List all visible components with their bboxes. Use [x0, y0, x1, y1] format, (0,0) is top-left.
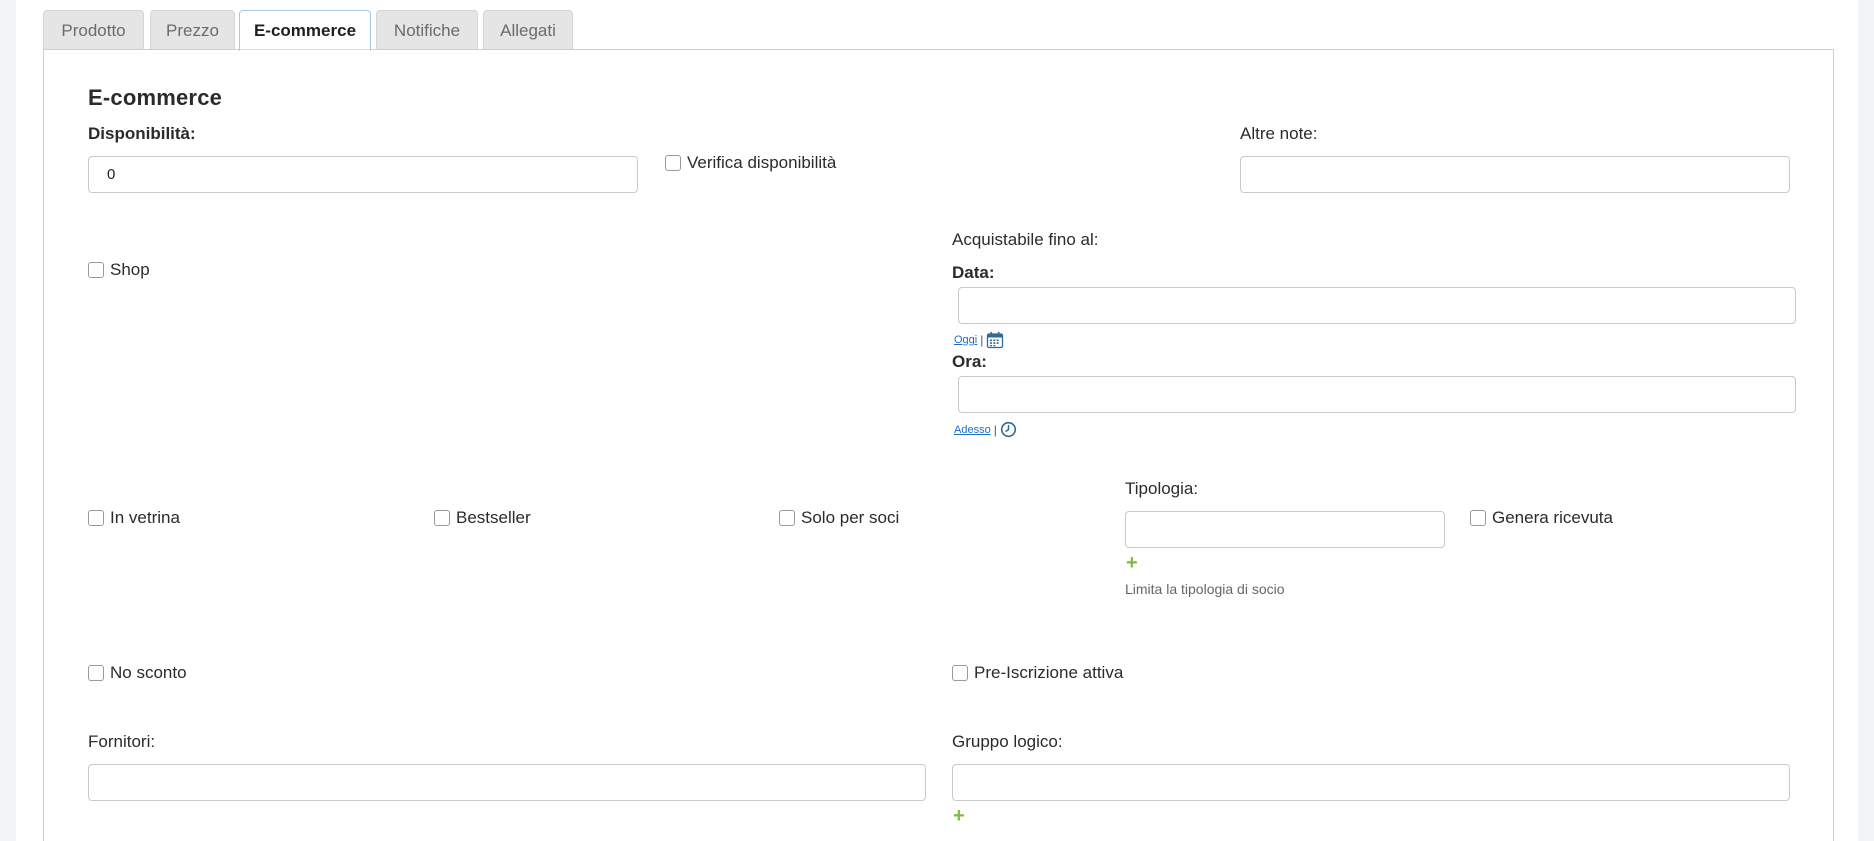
genera-ricevuta-label: Genera ricevuta	[1492, 508, 1613, 527]
tab-panel-e-commerce: E-commerce Disponibilità: Verifica dispo…	[43, 49, 1834, 841]
ora-label: Ora:	[952, 352, 987, 371]
calendar-icon[interactable]	[986, 331, 1004, 349]
pre-iscrizione-label: Pre-Iscrizione attiva	[974, 663, 1124, 682]
altre-note-label: Altre note:	[1240, 124, 1318, 143]
pre-iscrizione-checkbox[interactable]: Pre-Iscrizione attiva	[952, 663, 1123, 683]
add-gruppo-logico-button[interactable]: +	[953, 806, 965, 826]
add-tipologia-button[interactable]: +	[1126, 553, 1138, 573]
tab-prodotto[interactable]: Prodotto	[43, 10, 144, 50]
altre-note-input[interactable]	[1240, 156, 1790, 193]
bestseller-label: Bestseller	[456, 508, 531, 527]
clock-icon[interactable]	[1000, 421, 1017, 438]
fornitori-label: Fornitori:	[88, 732, 156, 751]
separator: |	[980, 333, 984, 347]
tab-prezzo[interactable]: Prezzo	[150, 10, 235, 50]
tipologia-help-text: Limita la tipologia di socio	[1125, 581, 1285, 597]
data-shortcuts: Oggi |	[954, 331, 1004, 349]
fornitori-input[interactable]	[88, 764, 926, 801]
genera-ricevuta-checkbox[interactable]: Genera ricevuta	[1470, 508, 1613, 528]
verifica-disponibilita-label: Verifica disponibilità	[687, 153, 837, 172]
acquistabile-label: Acquistabile fino al:	[952, 230, 1099, 249]
no-sconto-checkbox[interactable]: No sconto	[88, 663, 187, 683]
tipologia-label: Tipologia:	[1125, 479, 1199, 498]
checkbox-box[interactable]	[434, 510, 450, 526]
checkbox-box[interactable]	[88, 262, 104, 278]
ora-shortcuts: Adesso |	[954, 421, 1017, 438]
solo-per-soci-label: Solo per soci	[801, 508, 900, 527]
checkbox-box[interactable]	[1470, 510, 1486, 526]
shop-label: Shop	[110, 260, 150, 279]
shop-checkbox[interactable]: Shop	[88, 260, 150, 280]
checkbox-box[interactable]	[779, 510, 795, 526]
oggi-link[interactable]: Oggi	[954, 334, 977, 346]
in-vetrina-label: In vetrina	[110, 508, 180, 527]
disponibilita-input[interactable]	[88, 156, 638, 193]
verifica-disponibilita-checkbox[interactable]: Verifica disponibilità	[665, 153, 836, 173]
gruppo-logico-input[interactable]	[952, 764, 1790, 801]
data-input[interactable]	[958, 287, 1796, 324]
tipologia-input[interactable]	[1125, 511, 1445, 548]
gruppo-logico-label: Gruppo logico:	[952, 732, 1063, 751]
tab-allegati[interactable]: Allegati	[483, 10, 573, 50]
data-label: Data:	[952, 263, 995, 282]
in-vetrina-checkbox[interactable]: In vetrina	[88, 508, 180, 528]
tab-notifiche[interactable]: Notifiche	[376, 10, 478, 50]
checkbox-box[interactable]	[88, 510, 104, 526]
bestseller-checkbox[interactable]: Bestseller	[434, 508, 531, 528]
checkbox-box[interactable]	[665, 155, 681, 171]
no-sconto-label: No sconto	[110, 663, 187, 682]
separator: |	[993, 422, 997, 437]
tab-e-commerce[interactable]: E-commerce	[239, 10, 371, 51]
checkbox-box[interactable]	[952, 665, 968, 681]
solo-per-soci-checkbox[interactable]: Solo per soci	[779, 508, 899, 528]
disponibilita-label: Disponibilità:	[88, 124, 196, 143]
ora-input[interactable]	[958, 376, 1796, 413]
checkbox-box[interactable]	[88, 665, 104, 681]
adesso-link[interactable]: Adesso	[954, 424, 991, 436]
section-title: E-commerce	[88, 85, 223, 110]
